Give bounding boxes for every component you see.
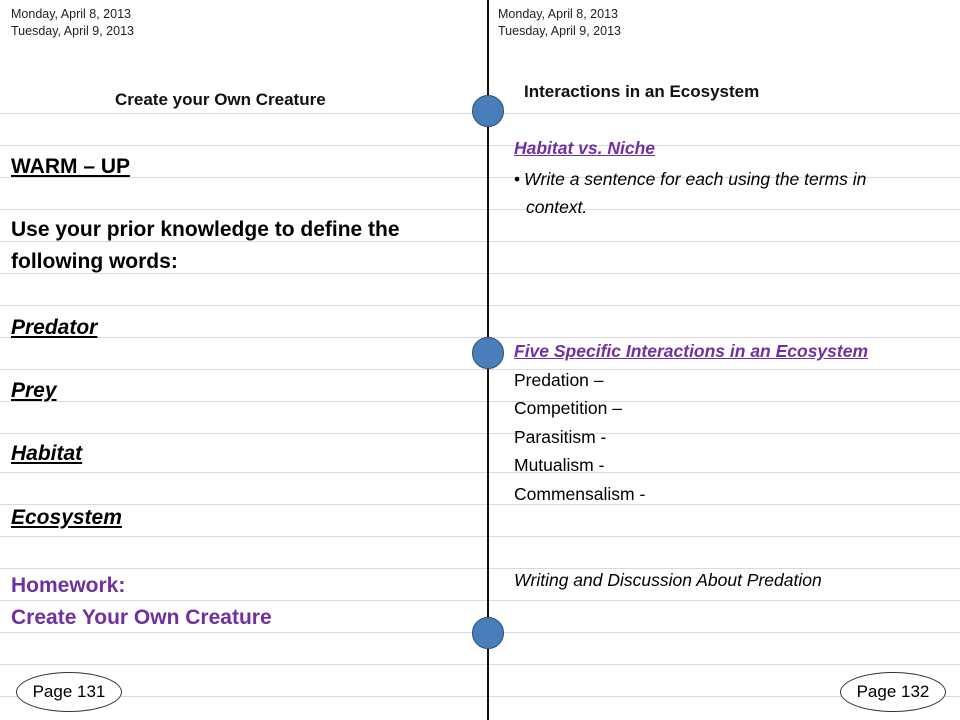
rule-line (0, 305, 960, 306)
left-date-block: Monday, April 8, 2013 Tuesday, April 9, … (11, 6, 134, 40)
closing-note: Writing and Discussion About Predation (514, 570, 822, 590)
binder-ring-icon (472, 337, 504, 369)
homework-label: Homework: (11, 574, 126, 597)
page-number-left: Page 131 (16, 672, 122, 712)
right-page-title: Interactions in an Ecosystem (524, 82, 760, 101)
instruction-line-2: following words: (11, 250, 178, 273)
homework-text: Create Your Own Creature (11, 606, 272, 629)
term-ecosystem: Ecosystem (11, 506, 122, 529)
interaction-mutualism: Mutualism - (514, 455, 605, 475)
interactions-heading: Five Specific Interactions in an Ecosyst… (514, 341, 869, 361)
warmup-heading: WARM – UP (11, 155, 131, 178)
right-date-block: Monday, April 8, 2013 Tuesday, April 9, … (498, 6, 621, 40)
bullet-line-1: Write a sentence for each using the term… (524, 169, 867, 189)
left-date-1: Monday, April 8, 2013 (11, 7, 131, 21)
interaction-predation: Predation – (514, 369, 604, 390)
bullet-icon: • (514, 169, 521, 189)
term-habitat: Habitat (11, 442, 83, 465)
habitat-niche-bullet: • Write a sentence for each using the te… (514, 165, 954, 221)
rule-line (0, 536, 960, 537)
interaction-parasitism: Parasitism - (514, 426, 607, 447)
rule-line (0, 696, 960, 697)
rule-line (0, 145, 960, 146)
habitat-niche-heading: Habitat vs. Niche (514, 138, 656, 158)
page-number-right: Page 132 (840, 672, 946, 712)
left-page-title: Create your Own Creature (115, 90, 326, 109)
instruction-line-1: Use your prior knowledge to define the (11, 218, 400, 241)
right-date-2: Tuesday, April 9, 2013 (498, 24, 621, 38)
term-predator: Predator (11, 316, 98, 339)
interaction-commensalism: Commensalism - (514, 483, 646, 504)
section-interactions: Five Specific Interactions in an Ecosyst… (514, 337, 868, 508)
left-date-2: Tuesday, April 9, 2013 (11, 24, 134, 38)
right-date-1: Monday, April 8, 2013 (498, 7, 618, 21)
rule-line (0, 664, 960, 665)
binder-ring-icon (472, 617, 504, 649)
term-prey: Prey (11, 379, 57, 402)
binder-ring-icon (472, 95, 504, 127)
interaction-competition: Competition – (514, 398, 622, 418)
rule-line (0, 600, 960, 601)
bullet-line-2: context. (526, 197, 588, 217)
section-habitat-niche: Habitat vs. Niche (514, 134, 655, 163)
